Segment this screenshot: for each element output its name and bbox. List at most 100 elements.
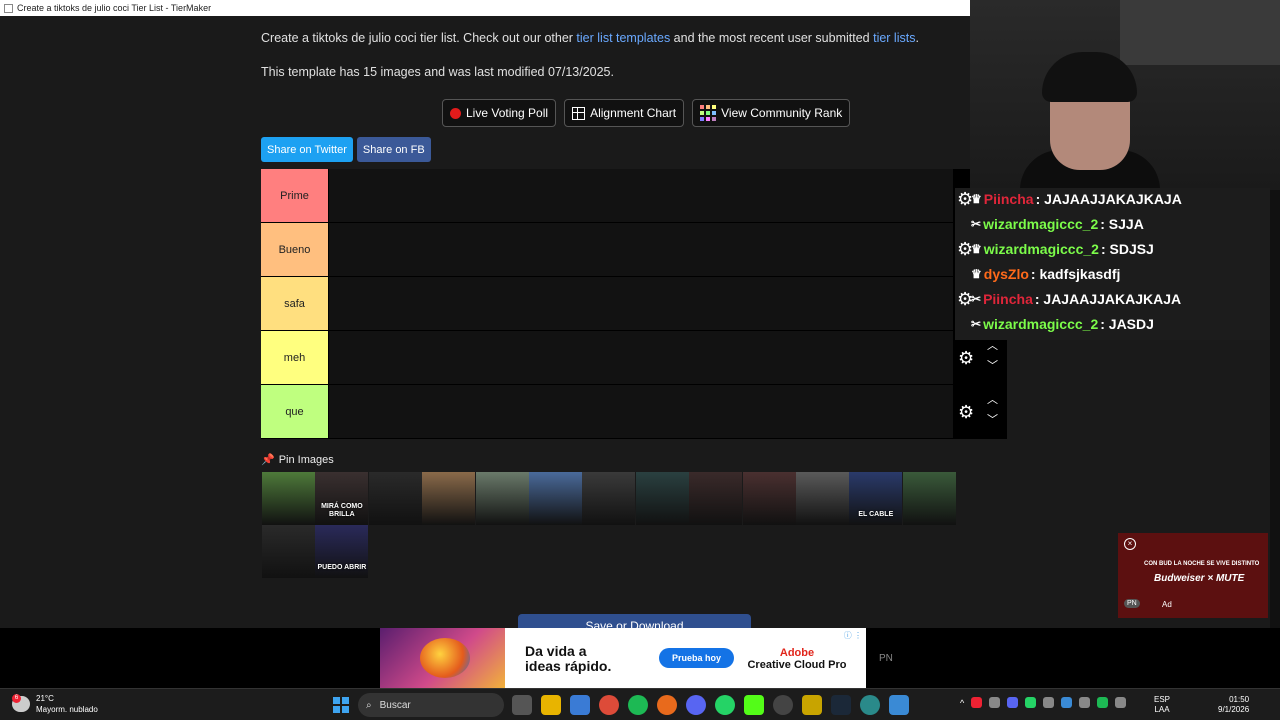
tier-dropzone[interactable] bbox=[329, 331, 953, 384]
spotify-icon[interactable] bbox=[628, 695, 648, 715]
tier-image[interactable] bbox=[582, 472, 636, 525]
tier-image[interactable] bbox=[795, 472, 849, 525]
intro-part-1: Create a tiktoks de julio coci tier list… bbox=[261, 31, 577, 45]
gear-icon[interactable]: ⚙ bbox=[958, 349, 976, 367]
tier-image[interactable] bbox=[475, 472, 529, 525]
clock[interactable]: 01:50 9/1/2026 bbox=[1218, 695, 1249, 715]
chat-username[interactable]: wizardmagiccc_2 bbox=[984, 241, 1099, 257]
tier-image[interactable] bbox=[689, 472, 743, 525]
tier-dropzone[interactable] bbox=[329, 385, 953, 438]
tier-image[interactable] bbox=[528, 472, 582, 525]
live-voting-poll-button[interactable]: Live Voting Poll bbox=[442, 99, 557, 127]
chat-username[interactable]: Piincha bbox=[983, 291, 1033, 307]
chevron-up-icon[interactable]: ︿ bbox=[987, 341, 998, 352]
gear-icon[interactable]: ⚙ bbox=[957, 189, 973, 210]
banner-headline-line-1: Da vida a bbox=[525, 643, 587, 659]
tray-icon-5[interactable] bbox=[1043, 697, 1055, 708]
chevron-up-icon[interactable]: ^ bbox=[960, 698, 964, 708]
tier-image[interactable] bbox=[262, 525, 315, 578]
share-twitter-button[interactable]: Share on Twitter bbox=[261, 137, 353, 162]
tier-dropzone[interactable] bbox=[329, 223, 953, 276]
chat-username[interactable]: wizardmagiccc_2 bbox=[983, 316, 1098, 332]
tier-image[interactable] bbox=[742, 472, 796, 525]
tier-image[interactable] bbox=[635, 472, 689, 525]
start-button[interactable] bbox=[333, 697, 349, 713]
window-title: Create a tiktoks de julio coci Tier List… bbox=[17, 3, 212, 13]
steam-icon[interactable] bbox=[831, 695, 851, 715]
chrome-icon[interactable] bbox=[599, 695, 619, 715]
discord-icon[interactable] bbox=[686, 695, 706, 715]
app-icon[interactable] bbox=[889, 695, 909, 715]
alignment-chart-button[interactable]: Alignment Chart bbox=[564, 99, 685, 127]
live-voting-poll-label: Live Voting Poll bbox=[466, 106, 549, 120]
notes-icon[interactable] bbox=[802, 695, 822, 715]
tier-label[interactable]: que bbox=[261, 385, 329, 438]
tier-label[interactable]: Prime bbox=[261, 169, 329, 222]
notification-badge: 6 bbox=[12, 694, 21, 703]
tray-icon-7[interactable] bbox=[1079, 697, 1091, 708]
favicon-icon bbox=[4, 3, 13, 13]
tray-icon-1[interactable] bbox=[971, 697, 983, 708]
tier-label[interactable]: meh bbox=[261, 331, 329, 384]
tier-row: Bueno⚙︿﹀ bbox=[261, 223, 1007, 277]
chat-message: ✂ wizardmagiccc_2: SJJA bbox=[971, 216, 1144, 232]
whatsapp-icon[interactable] bbox=[715, 695, 735, 715]
chat-username[interactable]: Piincha bbox=[984, 191, 1034, 207]
side-ad-line-2: Budweiser × MUTE bbox=[1154, 573, 1245, 584]
tier-image[interactable]: MIRÁ COMO BRILLA bbox=[315, 472, 369, 525]
prueba-hoy-button[interactable]: Prueba hoy bbox=[659, 648, 734, 668]
adchoices-icon[interactable]: ⓘ ⋮ bbox=[844, 630, 862, 641]
share-fb-button[interactable]: Share on FB bbox=[356, 137, 431, 162]
grid-icon bbox=[572, 106, 586, 120]
language-indicator[interactable]: ESP LAA bbox=[1154, 695, 1170, 715]
chat-username[interactable]: wizardmagiccc_2 bbox=[983, 216, 1098, 232]
tray-icon-6[interactable] bbox=[1061, 697, 1073, 708]
tier-image[interactable] bbox=[262, 472, 315, 525]
chevron-down-icon[interactable]: ﹀ bbox=[987, 361, 998, 372]
adobe-logo-text: Adobe bbox=[779, 647, 815, 659]
tray-icon-8[interactable] bbox=[1097, 697, 1109, 708]
taskbar-search[interactable]: ⌕ Buscar bbox=[358, 693, 504, 717]
tray-icon-9[interactable] bbox=[1115, 697, 1127, 708]
tier-image[interactable] bbox=[422, 472, 476, 525]
adobe-banner-ad[interactable]: Da vida a ideas rápido. Prueba hoy Adobe… bbox=[380, 628, 866, 688]
side-video-ad[interactable]: × CON BUD LA NOCHE SE VIVE DISTINTO Budw… bbox=[1118, 533, 1268, 618]
tier-row: safa⚙︿﹀ bbox=[261, 277, 1007, 331]
tier-image[interactable] bbox=[902, 472, 956, 525]
keyboard-layout: LAA bbox=[1154, 705, 1170, 714]
tier-image[interactable]: PUEDO ABRIR bbox=[315, 525, 369, 578]
chat-message: ✂ wizardmagiccc_2: JASDJ bbox=[971, 316, 1154, 332]
tier-lists-link[interactable]: tier lists bbox=[873, 31, 915, 45]
view-community-rank-button[interactable]: View Community Rank bbox=[692, 99, 851, 127]
tier-image[interactable]: EL CABLE bbox=[849, 472, 903, 525]
chevron-down-icon[interactable]: ﹀ bbox=[987, 415, 998, 426]
chat-badge-icon: ✂ bbox=[971, 317, 982, 331]
tier-dropzone[interactable] bbox=[329, 277, 953, 330]
photos-icon[interactable] bbox=[570, 695, 590, 715]
chat-username[interactable]: dysZlo bbox=[984, 266, 1029, 282]
kick-icon[interactable] bbox=[744, 695, 764, 715]
obs-icon[interactable] bbox=[773, 695, 793, 715]
search-placeholder: Buscar bbox=[379, 699, 411, 711]
tier-image[interactable] bbox=[368, 472, 422, 525]
pin-images-toggle[interactable]: 📌 Pin Images bbox=[261, 453, 334, 467]
tray-discord-icon[interactable] bbox=[1007, 697, 1019, 708]
task-view-icon[interactable] bbox=[512, 695, 532, 715]
tier-label[interactable]: Bueno bbox=[261, 223, 329, 276]
close-icon[interactable]: × bbox=[1124, 538, 1136, 550]
file-explorer-icon[interactable] bbox=[541, 695, 561, 715]
browser-icon[interactable] bbox=[860, 695, 880, 715]
tray-icon-2[interactable] bbox=[989, 697, 1001, 708]
gear-icon[interactable]: ⚙ bbox=[957, 289, 973, 310]
tier-label[interactable]: safa bbox=[261, 277, 329, 330]
firefox-icon[interactable] bbox=[657, 695, 677, 715]
webcam-overlay bbox=[970, 0, 1280, 190]
chevron-up-icon[interactable]: ︿ bbox=[987, 395, 998, 406]
scrollbar[interactable] bbox=[1270, 190, 1280, 628]
tier-list-templates-link[interactable]: tier list templates bbox=[576, 31, 670, 45]
tier-dropzone[interactable] bbox=[329, 169, 953, 222]
tray-whatsapp-icon[interactable] bbox=[1025, 697, 1037, 708]
weather-widget[interactable]: 6 21°C Mayorm. nublado bbox=[12, 693, 98, 715]
gear-icon[interactable]: ⚙ bbox=[958, 403, 976, 421]
gear-icon[interactable]: ⚙ bbox=[957, 239, 973, 260]
